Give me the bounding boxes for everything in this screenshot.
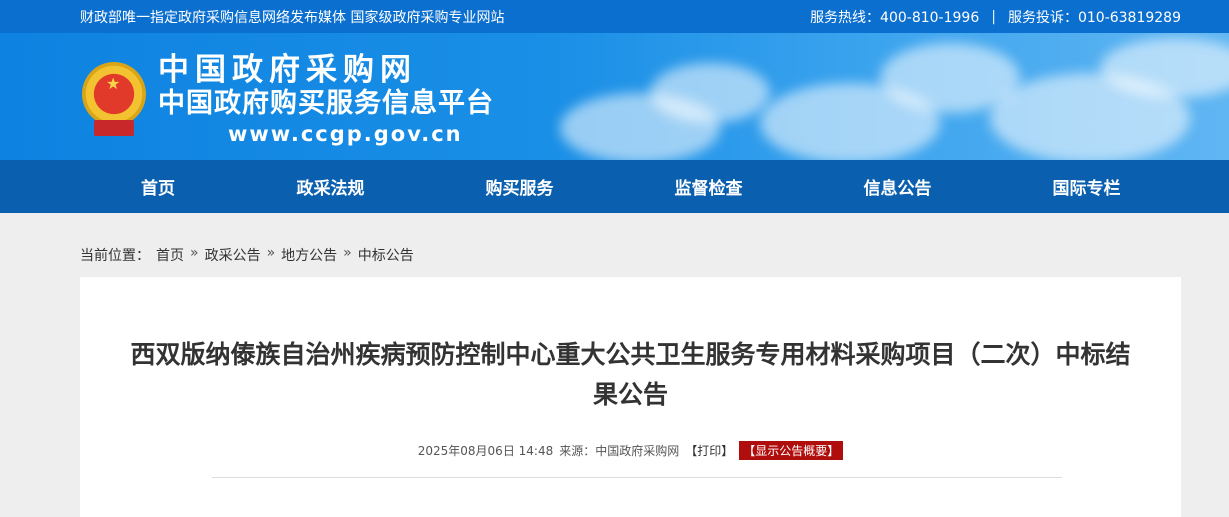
national-emblem-icon: ★ (80, 62, 148, 138)
article-panel: 西双版纳傣族自治州疾病预防控制中心重大公共卫生服务专用材料采购项目（二次）中标结… (80, 277, 1181, 517)
breadcrumb-separator: » (343, 245, 352, 261)
breadcrumb-separator: » (266, 245, 276, 261)
article-title: 西双版纳傣族自治州疾病预防控制中心重大公共卫生服务专用材料采购项目（二次）中标结… (130, 340, 1131, 409)
main-nav: 首页 政采法规 购买服务 监督检查 信息公告 国际专栏 (0, 160, 1229, 213)
top-info-bar: 财政部唯一指定政府采购信息网络发布媒体 国家级政府采购专业网站 服务热线：400… (0, 0, 1229, 33)
nav-item-international[interactable]: 国际专栏 (992, 174, 1181, 199)
logo-url: www.ccgp.gov.cn (228, 122, 463, 146)
service-complaint: 服务投诉：010-63819289 (1007, 9, 1181, 26)
show-summary-button[interactable]: 【显示公告概要】 (739, 441, 844, 460)
breadcrumb-separator: » (190, 245, 199, 261)
logo-title: 中国政府采购网 (158, 52, 417, 88)
nav-item-supervision[interactable]: 监督检查 (614, 174, 803, 199)
publish-date: 2025年08月06日 14:48 (417, 444, 554, 458)
nav-item-announcements[interactable]: 信息公告 (803, 174, 992, 199)
site-logo[interactable]: ★ 中国政府采购网 中国政府购买服务信息平台 www.ccgp.gov.cn (80, 52, 494, 148)
article-source: 来源：中国政府采购网 (559, 444, 680, 458)
service-contacts: 服务热线：400-810-1996 | 服务投诉：010-63819289 (810, 7, 1181, 27)
breadcrumb-local-notices[interactable]: 地方公告 (281, 245, 337, 265)
site-slogan: 财政部唯一指定政府采购信息网络发布媒体 国家级政府采购专业网站 (80, 9, 505, 26)
site-banner: ★ 中国政府采购网 中国政府购买服务信息平台 www.ccgp.gov.cn (0, 33, 1229, 160)
breadcrumb-procurement-notices[interactable]: 政采公告 (205, 245, 261, 265)
breadcrumb-award-notices[interactable]: 中标公告 (358, 245, 414, 265)
breadcrumb-prefix: 当前位置： (80, 248, 150, 264)
article-meta: 2025年08月06日 14:48 来源：中国政府采购网 【打印】 【显示公告概… (80, 441, 1181, 460)
service-hotline: 服务热线：400-810-1996 (810, 9, 980, 26)
nav-item-regulations[interactable]: 政采法规 (236, 174, 425, 199)
logo-subtitle: 中国政府购买服务信息平台 (158, 88, 494, 119)
breadcrumb-home[interactable]: 首页 (156, 245, 184, 265)
cloud-decoration (650, 63, 770, 123)
nav-item-purchase-services[interactable]: 购买服务 (425, 174, 614, 199)
contact-separator: | (991, 8, 996, 25)
divider (212, 477, 1062, 478)
nav-item-home[interactable]: 首页 (80, 174, 236, 199)
print-button[interactable]: 【打印】 (685, 442, 733, 459)
